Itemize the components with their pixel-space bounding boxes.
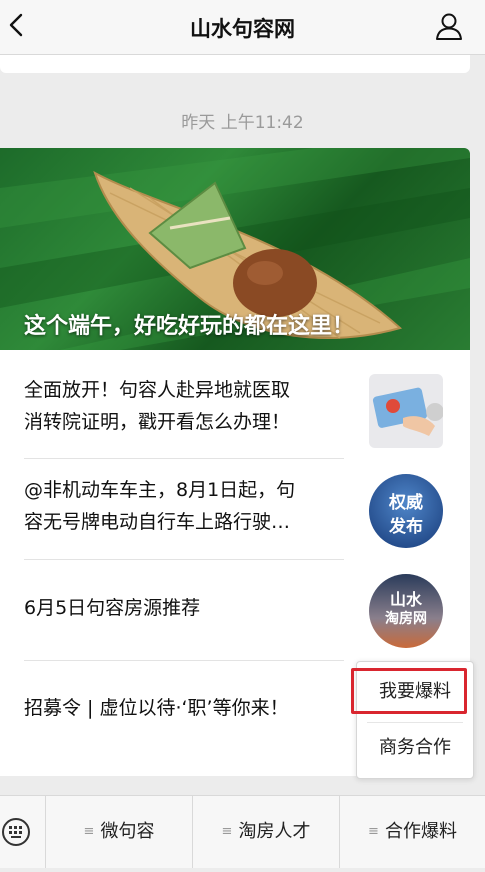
article-title: @非机动车车主，8月1日起，句 容无号牌电动自行车上路行驶… xyxy=(24,479,296,533)
menu-lines-icon: ≡ xyxy=(221,824,233,839)
previous-message-card xyxy=(0,55,470,73)
menu-lines-icon: ≡ xyxy=(83,824,95,839)
article-thumbnail: 权威 发布 xyxy=(369,474,443,548)
hero-article[interactable]: 这个端午，好吃好玩的都在这里！ xyxy=(0,148,470,350)
keyboard-icon[interactable] xyxy=(0,796,46,868)
message-timestamp: 昨天 上午11:42 xyxy=(181,113,304,133)
article-thumbnail xyxy=(369,374,443,448)
article-title: 6月5日句容房源推荐 xyxy=(24,597,201,619)
hero-caption: 这个端午，好吃好玩的都在这里！ xyxy=(24,314,355,339)
article-item[interactable]: @非机动车车主，8月1日起，句 容无号牌电动自行车上路行驶… 权威 发布 xyxy=(0,470,470,556)
divider xyxy=(24,559,344,560)
article-item[interactable]: 全面放开！句容人赴异地就医取 消转院证明，戳开看怎么办理！ xyxy=(0,370,470,456)
highlight-box xyxy=(351,668,467,714)
divider xyxy=(24,660,344,661)
tab-wei-jurong[interactable]: ≡ 微句容 xyxy=(46,796,192,868)
article-title: 招募令 | 虚位以待·‘职’等你来！ xyxy=(24,697,289,719)
nav-header: 山水句容网 xyxy=(0,0,485,55)
tab-taofang-rencai[interactable]: ≡ 淘房人才 xyxy=(193,796,339,868)
menu-item-business[interactable]: 商务合作 xyxy=(357,722,473,774)
divider xyxy=(24,458,344,459)
popup-menu: 我要爆料 商务合作 xyxy=(351,661,474,779)
article-item[interactable]: 6月5日句容房源推荐 山水 淘房网 xyxy=(0,570,470,656)
page-title: 山水句容网 xyxy=(190,17,295,41)
article-title: 全面放开！句容人赴异地就医取 消转院证明，戳开看怎么办理！ xyxy=(24,379,291,433)
tab-hezuo-baoliao[interactable]: ≡ 合作爆料 xyxy=(340,796,485,868)
menu-lines-icon: ≡ xyxy=(368,824,379,839)
bottom-menu-bar: ≡ 微句容 ≡ 淘房人才 ≡ 合作爆料 xyxy=(0,795,485,868)
article-thumbnail: 山水 淘房网 xyxy=(369,574,443,648)
profile-icon[interactable] xyxy=(433,10,465,42)
